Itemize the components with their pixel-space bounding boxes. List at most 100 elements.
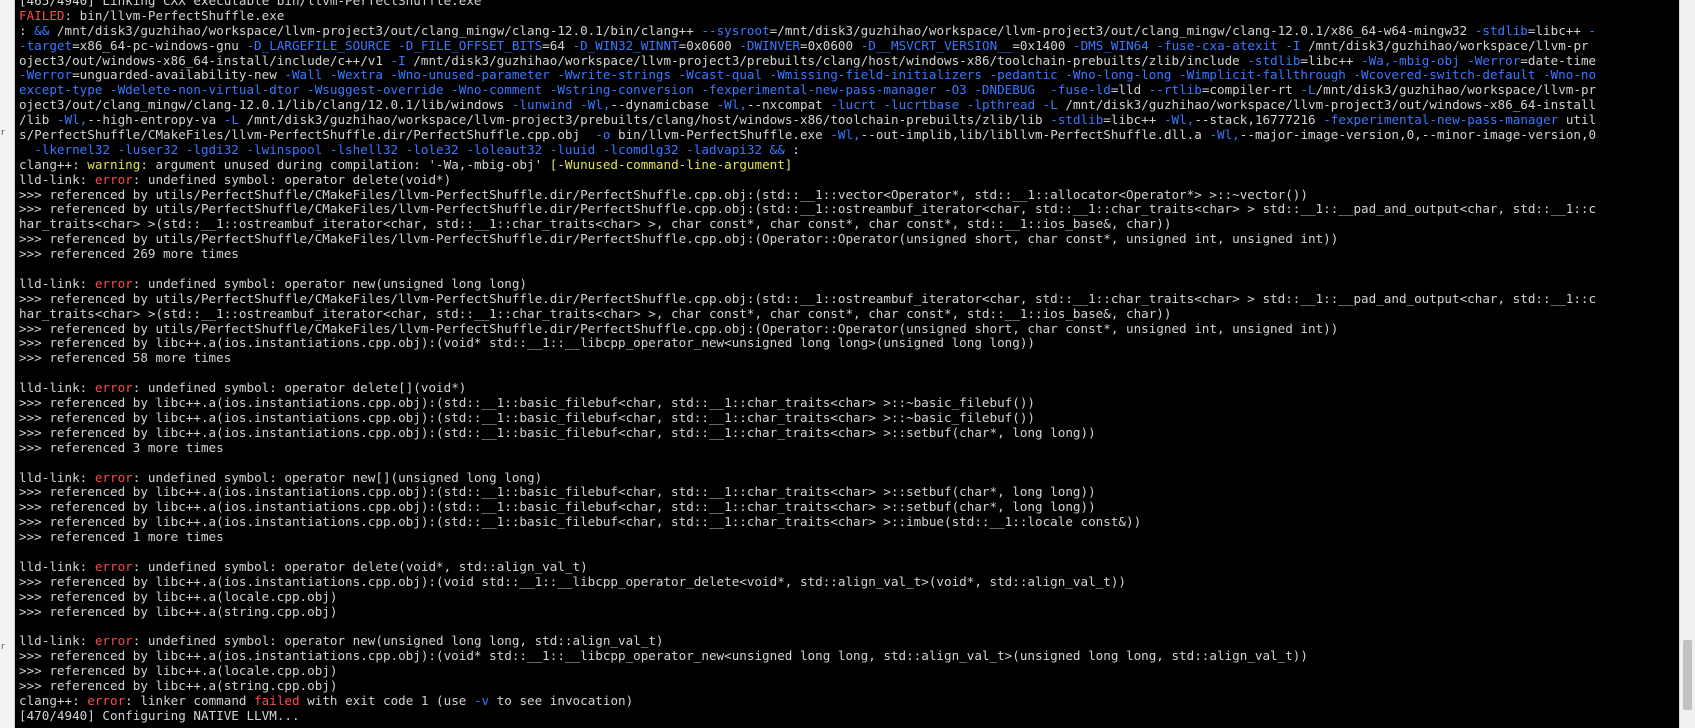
flag-text: -D_LARGEFILE_SOURCE -D_FILE_OFFSET_BITS (246, 37, 543, 53)
output-text: >>> referenced by libc++.a(locale.cpp.ob… (19, 588, 338, 604)
flag-text: --rtlib (1148, 82, 1202, 98)
terminal-line: clang++: error: linker command failed wi… (19, 692, 1596, 709)
terminal-line: lld-link: error: undefined symbol: opera… (19, 171, 1596, 188)
terminal-line: har_traits<char> >(std::__1::ostreambuf_… (19, 216, 1596, 232)
terminal-line: >>> referenced by utils/PerfectShuffle/C… (19, 186, 1596, 203)
flag-text: -I (390, 52, 406, 68)
output-text: with exit code 1 (use (299, 692, 474, 708)
output-text: =0x0600 (800, 37, 861, 53)
terminal-line: har_traits<char> >(std::__1::ostreambuf_… (19, 305, 1596, 322)
output-text: [-Wunused-command-line-argument] (549, 156, 793, 172)
flag-text: -stdlib (1474, 22, 1528, 38)
flag-text: -Wl, (56, 112, 88, 128)
terminal-line: -Werror=unguarded-availability-new -Wall… (19, 68, 1596, 83)
output-text: : undefined symbol: operator delete[](vo… (132, 380, 467, 396)
output-text: >>> referenced by libc++.a(string.cpp.ob… (19, 603, 338, 619)
output-text: to see invocation) (489, 692, 634, 708)
flag-text: -Wl, (1163, 112, 1195, 128)
terminal-line: -target=x86_64-pc-windows-gnu -D_LARGEFI… (19, 37, 1596, 54)
output-text: [465/4940] Linking CXX executable bin/ll… (19, 0, 482, 8)
output-text: =compiler-rt (1201, 82, 1301, 98)
output-text: >>> referenced by libc++.a(ios.instantia… (19, 648, 1308, 664)
output-text: --high-entropy-va (87, 112, 224, 128)
flag-text: -Werror (19, 67, 73, 83)
terminal-line: oject3/out/clang_mingw/clang-12.0.1/lib/… (19, 97, 1596, 113)
output-text: =unguarded-availability-new (72, 67, 285, 83)
terminal-line: >>> referenced by libc++.a(ios.instantia… (19, 648, 1596, 664)
side-panel-strip: r r (0, 0, 15, 728)
terminal-line: >>> referenced by utils/PerfectShuffle/C… (19, 321, 1596, 337)
output-text: >>> referenced by utils/PerfectShuffle/C… (19, 201, 1597, 217)
output-text: >>> referenced by libc++.a(ios.instantia… (19, 424, 1096, 440)
flag-text: -stdlib (1050, 112, 1104, 128)
output-text: --stack,16777216 (1194, 112, 1324, 128)
output-text: har_traits<char> >(std::__1::ostreambuf_… (19, 305, 1172, 321)
vertical-scrollbar[interactable] (1679, 0, 1695, 728)
warning-text: warning (87, 156, 141, 172)
output-text: --dynamicbase (610, 97, 717, 113)
output-text: /mnt/disk3/guzhihao/workspace/llvm-pr (1315, 82, 1597, 98)
output-text: =/mnt/disk3/guzhihao/workspace/llvm-proj… (769, 22, 1475, 38)
flag-text: -fexperimental-new-pass-manager (1323, 112, 1559, 128)
output-text: lld-link: (19, 275, 95, 291)
scrollbar-thumb[interactable] (1683, 640, 1692, 710)
output-text: lld-link: (19, 558, 95, 574)
flag-text: -L (223, 112, 239, 128)
output-text: lld-link: (19, 380, 95, 396)
output-text: /lib (19, 112, 57, 128)
error-text: error (94, 469, 133, 485)
output-text: /mnt/disk3/guzhihao/workspace/llvm-proje… (49, 22, 702, 38)
output-text: >>> referenced 3 more times (19, 439, 224, 455)
output-text: >>> referenced by utils/PerfectShuffle/C… (19, 290, 1597, 306)
output-text: >>> referenced by libc++.a(ios.instantia… (19, 484, 1096, 500)
terminal-line: except-type -Wdelete-non-virtual-dtor -W… (19, 82, 1597, 98)
flag-text: -DMS_WIN64 -fuse-cxa-atexit -I (1073, 37, 1301, 53)
terminal-line: lld-link: error: undefined symbol: opera… (19, 633, 1596, 649)
flag-text: && (769, 141, 785, 157)
terminal-line: >>> referenced by libc++.a(string.cpp.ob… (19, 678, 1596, 694)
output-text: =libc++ (1300, 52, 1362, 68)
error-text: error (94, 633, 133, 649)
terminal-line: >>> referenced by libc++.a(ios.instantia… (19, 395, 1596, 411)
output-text: lld-link: (19, 171, 95, 187)
output-text: har_traits<char> >(std::__1::ostreambuf_… (19, 216, 1172, 232)
output-text: =lld (1110, 82, 1149, 98)
terminal-line: -lkernel32 -luser32 -lgdi32 -lwinspool -… (19, 141, 1596, 158)
terminal-line: >>> referenced by libc++.a(ios.instantia… (19, 514, 1596, 530)
terminal-line: >>> referenced 1 more times (19, 529, 1596, 545)
terminal-line: >>> referenced by utils/PerfectShuffle/C… (19, 290, 1597, 307)
flag-text: -Wl, (716, 97, 747, 113)
output-text: oject3/out/windows-x86_64-install/includ… (19, 52, 391, 68)
terminal-line: oject3/out/windows-x86_64-install/includ… (19, 52, 1597, 69)
output-text: oject3/out/clang_mingw/clang-12.0.1/lib/… (19, 97, 512, 113)
error-text: failed (254, 692, 300, 708)
flag-text: --sysroot (701, 22, 770, 38)
output-text: util (1558, 112, 1597, 128)
output-text: /mnt/disk3/guzhihao/workspace/llvm-pr (1300, 37, 1589, 53)
flag-text: -lucrt -lucrtbase -lpthread -L (830, 97, 1058, 113)
error-text: FAILED (19, 7, 65, 23)
flag-text: -D__MSVCRT_VERSION__ (860, 37, 1013, 53)
terminal-lines: [465/4940] Linking CXX executable bin/ll… (19, 0, 1596, 724)
side-panel-char: r (1, 128, 5, 138)
output-text: =0x0600 (678, 37, 740, 53)
terminal-line: >>> referenced by libc++.a(ios.instantia… (19, 499, 1596, 515)
terminal-output[interactable]: [465/4940] Linking CXX executable bin/ll… (15, 0, 1680, 728)
output-text: : (784, 141, 800, 157)
terminal-line: >>> referenced 58 more times (19, 350, 1596, 366)
flag-text: -lunwind -Wl, (511, 97, 611, 113)
output-text: [470/4940] Configuring NATIVE LLVM... (19, 707, 300, 723)
terminal-line: >>> referenced 3 more times (19, 439, 1596, 456)
terminal-line: lld-link: error: undefined symbol: opera… (19, 558, 1596, 575)
output-text: >>> referenced 58 more times (19, 350, 232, 366)
terminal-line: >>> referenced by libc++.a(string.cpp.ob… (19, 603, 1596, 620)
flag-text: -Wl, (830, 127, 861, 143)
output-text: >>> referenced by utils/PerfectShuffle/C… (19, 186, 1308, 202)
output-text: =date-time (1520, 52, 1597, 68)
output-text: >>> referenced by libc++.a(ios.instantia… (19, 335, 1035, 351)
output-text: : undefined symbol: operator new(unsigne… (132, 633, 664, 649)
